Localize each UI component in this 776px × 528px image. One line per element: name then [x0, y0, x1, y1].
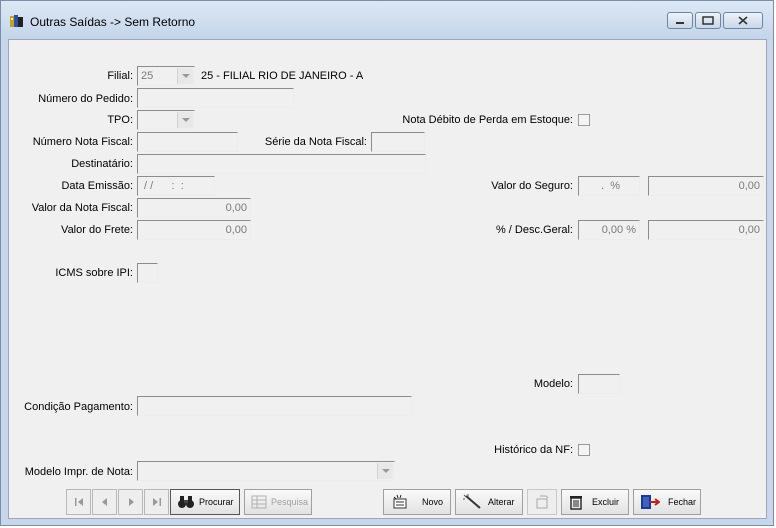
close-button[interactable]: [723, 12, 763, 29]
filial-description: 25 - FILIAL RIO DE JANEIRO - A: [201, 70, 364, 82]
modelo-label: Modelo:: [533, 378, 573, 390]
edit-wand-icon: [463, 494, 481, 509]
title-bar[interactable]: Outras Saídas -> Sem Retorno: [1, 1, 773, 39]
desc-geral-field[interactable]: 0,00: [648, 220, 764, 240]
first-icon: [74, 498, 83, 506]
window: Outras Saídas -> Sem Retorno Filial: 25 …: [0, 0, 774, 526]
valor-frete-label: Valor do Frete:: [61, 224, 133, 236]
excluir-button[interactable]: Excluir: [561, 489, 629, 515]
numero-nota-label: Número Nota Fiscal:: [32, 136, 133, 148]
save-icon: [536, 495, 549, 509]
form-area: Filial: 25 25 - FILIAL RIO DE JANEIRO - …: [8, 39, 767, 519]
chevron-down-icon[interactable]: [377, 463, 393, 479]
serie-nota-label: Série da Nota Fiscal:: [264, 136, 367, 148]
condicao-pagamento-label: Condição Pagamento:: [24, 401, 133, 413]
valor-nota-label: Valor da Nota Fiscal:: [31, 202, 133, 214]
chevron-down-icon[interactable]: [177, 112, 193, 128]
filial-label: Filial:: [107, 70, 133, 82]
filial-value: 25: [141, 70, 154, 82]
minimize-icon: [676, 22, 684, 24]
novo-label: Novo: [422, 497, 444, 507]
valor-seguro-pct: . %: [597, 180, 620, 192]
last-icon: [152, 498, 161, 506]
numero-nota-field[interactable]: [137, 132, 238, 152]
maximize-button[interactable]: [695, 12, 721, 29]
exit-door-icon: [641, 495, 660, 509]
prev-icon: [101, 498, 107, 506]
desc-geral-label: % / Desc.Geral:: [495, 224, 573, 236]
icms-field[interactable]: [137, 263, 158, 283]
valor-seguro-pct-field[interactable]: . %: [578, 176, 640, 196]
data-emissao-field[interactable]: / / : :: [137, 176, 215, 196]
fechar-label: Fechar: [668, 497, 697, 507]
restore-icon: [702, 16, 714, 25]
numero-pedido-field[interactable]: [137, 88, 294, 108]
procurar-button[interactable]: Procurar: [170, 489, 240, 515]
valor-seguro-value: 0,00: [738, 180, 760, 192]
save-button[interactable]: [527, 489, 557, 515]
minimize-button[interactable]: [667, 12, 693, 29]
next-record-button[interactable]: [118, 489, 143, 515]
next-icon: [128, 498, 134, 506]
excluir-label: Excluir: [592, 497, 620, 507]
valor-frete-value: 0,00: [225, 224, 247, 236]
nota-debito-checkbox[interactable]: [578, 114, 590, 126]
tpo-label: TPO:: [107, 114, 133, 126]
alterar-button[interactable]: Alterar: [455, 489, 523, 515]
procurar-label: Procurar: [199, 497, 234, 507]
close-icon: [738, 16, 748, 25]
pesquisa-button[interactable]: Pesquisa: [244, 489, 312, 515]
valor-nota-field[interactable]: 0,00: [137, 198, 251, 218]
grid-icon: [251, 495, 267, 509]
valor-seguro-field[interactable]: 0,00: [648, 176, 764, 196]
destinatario-label: Destinatário:: [71, 158, 133, 170]
desc-geral-value: 0,00: [738, 224, 760, 236]
last-record-button[interactable]: [144, 489, 169, 515]
data-emissao-mask: / / : :: [141, 180, 184, 192]
chevron-down-icon[interactable]: [177, 68, 193, 84]
serie-nota-field[interactable]: [371, 132, 425, 152]
prev-record-button[interactable]: [92, 489, 117, 515]
alterar-label: Alterar: [488, 497, 515, 507]
modelo-impr-combo[interactable]: [137, 461, 395, 481]
data-emissao-label: Data Emissão:: [61, 180, 133, 192]
condicao-pagamento-field[interactable]: [137, 396, 412, 416]
toolbar: Procurar Pesquisa Novo Alterar Excluir F…: [9, 486, 766, 519]
nota-debito-label: Nota Débito de Perda em Estoque:: [402, 114, 573, 126]
new-record-icon: [393, 494, 407, 509]
modelo-impr-label: Modelo Impr. de Nota:: [24, 466, 133, 478]
valor-nota-value: 0,00: [225, 202, 247, 214]
novo-button[interactable]: Novo: [383, 489, 451, 515]
pesquisa-label: Pesquisa: [271, 497, 309, 507]
desc-geral-pct-field[interactable]: 0,00 %: [578, 220, 640, 240]
binoculars-icon: [178, 496, 194, 508]
numero-pedido-label: Número do Pedido:: [38, 93, 133, 105]
first-record-button[interactable]: [66, 489, 91, 515]
trash-icon: [570, 496, 582, 510]
desc-geral-pct: 0,00 %: [601, 224, 636, 236]
historico-nf-label: Histórico da NF:: [494, 444, 573, 456]
icms-label: ICMS sobre IPI:: [55, 267, 133, 279]
tpo-combo[interactable]: [137, 110, 195, 130]
filial-combo[interactable]: 25: [137, 66, 195, 86]
modelo-field[interactable]: [578, 374, 620, 394]
valor-frete-field[interactable]: 0,00: [137, 220, 251, 240]
fechar-button[interactable]: Fechar: [633, 489, 701, 515]
historico-nf-checkbox[interactable]: [578, 444, 590, 456]
app-icon: [10, 15, 23, 27]
destinatario-field[interactable]: [137, 154, 426, 174]
valor-seguro-label: Valor do Seguro:: [491, 180, 573, 192]
window-title: Outras Saídas -> Sem Retorno: [30, 15, 196, 29]
